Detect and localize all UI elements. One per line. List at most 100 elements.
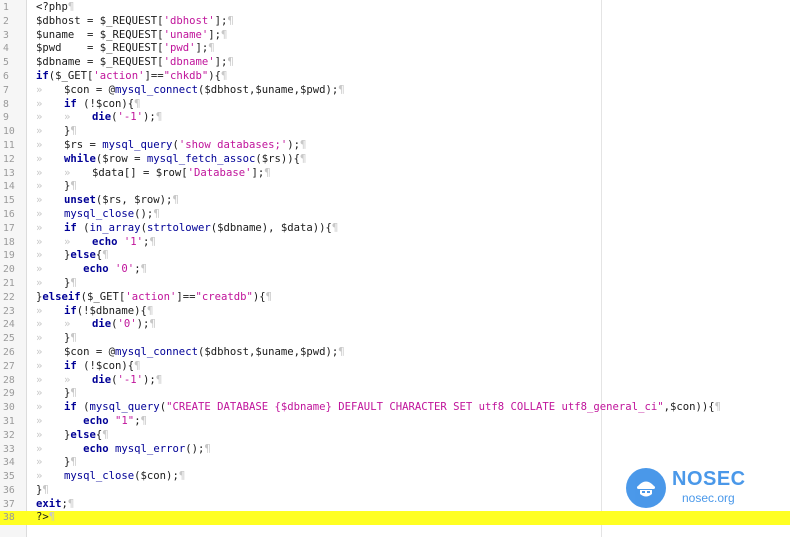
code-line[interactable]: 22 }elseif($_GET['action']=="creatdb"){¶ [0, 291, 790, 305]
code-line[interactable]: 9 »» die('-1');¶ [0, 111, 790, 125]
code-line[interactable]: 14 »}¶ [0, 180, 790, 194]
line-code: »» $data[] = $row['Database'];¶ [36, 166, 271, 179]
line-code: » $con = @mysql_connect($dbhost,$uname,$p… [36, 345, 345, 358]
code-line[interactable]: 4 $pwd = $_REQUEST['pwd'];¶ [0, 42, 790, 56]
code-line[interactable]: 12 » while($row = mysql_fetch_assoc($rs)){… [0, 153, 790, 167]
line-number: 5 [3, 57, 9, 69]
line-code: » mysql_close();¶ [36, 207, 160, 220]
line-number: 26 [3, 346, 15, 358]
line-code: » echo '0';¶ [36, 263, 147, 276]
line-code: $uname = $_REQUEST['uname'];¶ [36, 28, 228, 41]
nosec-watermark: NOSEC nosec.org [626, 468, 746, 512]
line-code: $pwd = $_REQUEST['pwd'];¶ [36, 42, 215, 55]
line-number: 12 [3, 153, 15, 165]
line-code: $dbname = $_REQUEST['dbname'];¶ [36, 56, 234, 69]
line-code: }¶ [36, 483, 49, 496]
line-code: » if (!$con){¶ [36, 359, 141, 372]
line-number: 24 [3, 319, 15, 331]
code-line[interactable]: 32 »}else{¶ [0, 429, 790, 443]
line-number: 37 [3, 498, 15, 510]
code-line[interactable]: 19 »}else{¶ [0, 249, 790, 263]
line-number: 14 [3, 181, 15, 193]
line-number: 21 [3, 277, 15, 289]
code-line[interactable]: 16 » mysql_close();¶ [0, 208, 790, 222]
line-number: 36 [3, 484, 15, 496]
line-number: 29 [3, 388, 15, 400]
line-code: »» die('0');¶ [36, 318, 156, 331]
line-number: 4 [3, 43, 9, 55]
line-number: 3 [3, 29, 9, 41]
line-code: » unset($rs, $row);¶ [36, 194, 179, 207]
code-lines[interactable]: 1 <?php¶ 2 $dbhost = $_REQUEST['dbhost'];¶ 3… [0, 1, 790, 526]
line-code: »}¶ [36, 456, 77, 469]
code-editor[interactable]: 1 <?php¶ 2 $dbhost = $_REQUEST['dbhost'];¶ 3… [0, 0, 790, 537]
code-line[interactable]: 7 » $con = @mysql_connect($dbhost,$uname,$… [0, 84, 790, 98]
code-line[interactable]: 31 » echo "1";¶ [0, 415, 790, 429]
code-line[interactable]: 24 »» die('0');¶ [0, 318, 790, 332]
code-line[interactable]: 1 <?php¶ [0, 1, 790, 15]
line-number: 2 [3, 15, 9, 27]
line-code: ?>¶ [36, 511, 56, 524]
line-code: »}¶ [36, 180, 77, 193]
code-line[interactable]: 11 » $rs = mysql_query('show databases;');… [0, 139, 790, 153]
code-line[interactable]: 5 $dbname = $_REQUEST['dbname'];¶ [0, 56, 790, 70]
line-code: » $con = @mysql_connect($dbhost,$uname,$p… [36, 83, 345, 96]
code-line[interactable]: 27 » if (!$con){¶ [0, 360, 790, 374]
line-number: 16 [3, 208, 15, 220]
code-line[interactable]: 6 if($_GET['action']=="chkdb"){¶ [0, 70, 790, 84]
code-line[interactable]: 30 » if (mysql_query("CREATE DATABASE {$db… [0, 401, 790, 415]
code-line[interactable]: 23 » if(!$dbname){¶ [0, 305, 790, 319]
line-code: $dbhost = $_REQUEST['dbhost'];¶ [36, 14, 234, 27]
line-code: » if (!$con){¶ [36, 97, 141, 110]
code-line[interactable]: 2 $dbhost = $_REQUEST['dbhost'];¶ [0, 15, 790, 29]
code-line[interactable]: 18 »» echo '1';¶ [0, 236, 790, 250]
code-line[interactable]: 20 » echo '0';¶ [0, 263, 790, 277]
line-number: 33 [3, 443, 15, 455]
line-code: » echo "1";¶ [36, 414, 147, 427]
watermark-domain: nosec.org [682, 491, 735, 505]
line-number: 7 [3, 84, 9, 96]
line-code: »» die('-1');¶ [36, 111, 163, 124]
line-code: exit;¶ [36, 497, 75, 510]
code-line[interactable]: 29 »}¶ [0, 387, 790, 401]
code-line[interactable]: 25 »}¶ [0, 332, 790, 346]
code-line[interactable]: 17 » if (in_array(strtolower($dbname), $da… [0, 222, 790, 236]
line-code: »}else{¶ [36, 428, 109, 441]
code-line[interactable]: 28 »» die('-1');¶ [0, 374, 790, 388]
code-line[interactable]: 21 »}¶ [0, 277, 790, 291]
line-number: 18 [3, 236, 15, 248]
line-code: »}¶ [36, 387, 77, 400]
line-number: 28 [3, 374, 15, 386]
line-number: 25 [3, 333, 15, 345]
line-code: »» die('-1');¶ [36, 373, 163, 386]
line-number: 6 [3, 70, 9, 82]
line-code: » if (in_array(strtolower($dbname), $data… [36, 221, 339, 234]
line-number: 32 [3, 429, 15, 441]
line-code: »}¶ [36, 125, 77, 138]
line-number: 19 [3, 250, 15, 262]
watermark-brand: NOSEC [672, 468, 746, 490]
line-code: » if(!$dbname){¶ [36, 304, 154, 317]
code-line[interactable]: 10 »}¶ [0, 125, 790, 139]
line-code: » echo mysql_error();¶ [36, 442, 211, 455]
line-code: }elseif($_GET['action']=="creatdb"){¶ [36, 290, 273, 303]
line-number: 23 [3, 305, 15, 317]
code-line[interactable]: 13 »» $data[] = $row['Database'];¶ [0, 167, 790, 181]
code-line[interactable]: 33 » echo mysql_error();¶ [0, 443, 790, 457]
code-line[interactable]: 15 » unset($rs, $row);¶ [0, 194, 790, 208]
code-line[interactable]: 3 $uname = $_REQUEST['uname'];¶ [0, 29, 790, 43]
line-code: » while($row = mysql_fetch_assoc($rs)){¶ [36, 152, 307, 165]
line-code: » $rs = mysql_query('show databases;');¶ [36, 138, 307, 151]
code-line[interactable]: 8 » if (!$con){¶ [0, 98, 790, 112]
line-number: 27 [3, 360, 15, 372]
line-code: <?php¶ [36, 1, 75, 13]
line-number: 22 [3, 291, 15, 303]
code-line[interactable]: 38 ?>¶ [0, 511, 790, 526]
line-number: 30 [3, 402, 15, 414]
code-line[interactable]: 26 » $con = @mysql_connect($dbhost,$uname,… [0, 346, 790, 360]
line-code: »» echo '1';¶ [36, 235, 156, 248]
line-code: if($_GET['action']=="chkdb"){¶ [36, 69, 228, 82]
line-number: 34 [3, 457, 15, 469]
line-code: »}¶ [36, 276, 77, 289]
line-number: 20 [3, 264, 15, 276]
